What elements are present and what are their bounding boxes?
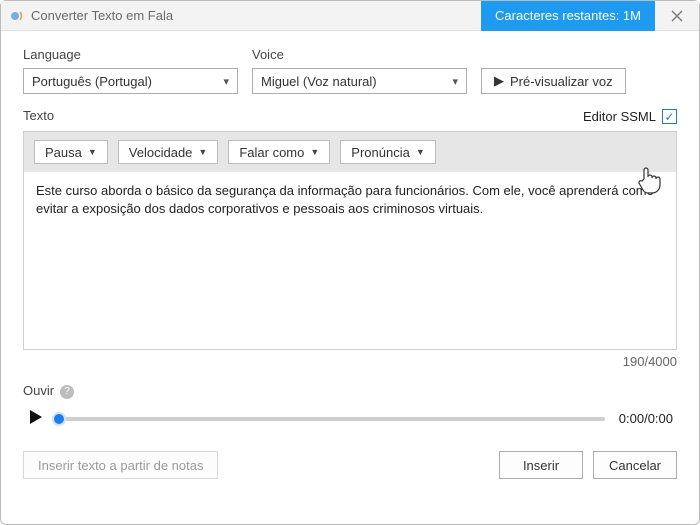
tool-speak-as[interactable]: Falar como▼ <box>228 140 330 164</box>
time-display: 0:00/0:00 <box>619 411 673 426</box>
window-title: Converter Texto em Fala <box>31 8 481 23</box>
tool-pause[interactable]: Pausa▼ <box>34 140 108 164</box>
voice-select[interactable]: Miguel (Voz natural) ▾ <box>252 68 467 94</box>
voice-label: Voice <box>252 47 467 62</box>
chevron-down-icon: ▼ <box>416 147 425 157</box>
preview-voice-button[interactable]: ▶ Pré-visualizar voz <box>481 68 626 94</box>
play-button[interactable] <box>27 408 45 429</box>
voice-column: Voice Miguel (Voz natural) ▾ <box>252 47 467 94</box>
listen-row: Ouvir ? <box>23 383 677 400</box>
top-row: Language Português (Portugal) ▾ Voice Mi… <box>23 47 677 94</box>
texto-header-row: Texto Editor SSML ✓ <box>23 108 677 125</box>
titlebar: Converter Texto em Fala Caracteres resta… <box>1 1 699 31</box>
help-icon[interactable]: ? <box>60 385 74 399</box>
ssml-toolbar: Pausa▼ Velocidade▼ Falar como▼ Pronúncia… <box>23 131 677 172</box>
chevron-down-icon: ▾ <box>452 75 458 88</box>
chevron-down-icon: ▼ <box>88 147 97 157</box>
language-value: Português (Portugal) <box>32 74 152 89</box>
cancel-button[interactable]: Cancelar <box>593 451 677 479</box>
language-select[interactable]: Português (Portugal) ▾ <box>23 68 238 94</box>
content-area: Language Português (Portugal) ▾ Voice Mi… <box>1 31 699 524</box>
app-icon <box>9 8 25 24</box>
preview-label: Pré-visualizar voz <box>510 74 613 89</box>
chevron-down-icon: ▼ <box>198 147 207 157</box>
audio-player: 0:00/0:00 <box>23 408 677 429</box>
seek-track[interactable] <box>59 417 605 421</box>
dialog-window: Converter Texto em Fala Caracteres resta… <box>0 0 700 525</box>
tool-speed[interactable]: Velocidade▼ <box>118 140 219 164</box>
seek-thumb[interactable] <box>52 412 66 426</box>
ssml-checkbox[interactable]: ✓ <box>662 109 677 124</box>
chevron-down-icon: ▼ <box>310 147 319 157</box>
chevron-down-icon: ▾ <box>223 75 229 88</box>
language-label: Language <box>23 47 238 62</box>
insert-from-notes-button[interactable]: Inserir texto a partir de notas <box>23 451 218 479</box>
voice-value: Miguel (Voz natural) <box>261 74 377 89</box>
chars-remaining-badge: Caracteres restantes: 1M <box>481 1 655 31</box>
close-button[interactable] <box>655 1 699 31</box>
language-column: Language Português (Portugal) ▾ <box>23 47 238 94</box>
texto-label: Texto <box>23 108 54 123</box>
ssml-label: Editor SSML <box>583 109 656 124</box>
text-input[interactable]: Este curso aborda o básico da segurança … <box>23 172 677 350</box>
play-icon: ▶ <box>494 73 504 89</box>
insert-button[interactable]: Inserir <box>499 451 583 479</box>
footer-row: Inserir texto a partir de notas Inserir … <box>23 451 677 479</box>
ssml-editor-toggle[interactable]: Editor SSML ✓ <box>583 109 677 124</box>
char-counter: 190/4000 <box>23 354 677 369</box>
tool-pronunciation[interactable]: Pronúncia▼ <box>340 140 435 164</box>
listen-label: Ouvir <box>23 383 54 398</box>
text-content: Este curso aborda o básico da segurança … <box>36 182 664 218</box>
editor-block: Pausa▼ Velocidade▼ Falar como▼ Pronúncia… <box>23 131 677 350</box>
